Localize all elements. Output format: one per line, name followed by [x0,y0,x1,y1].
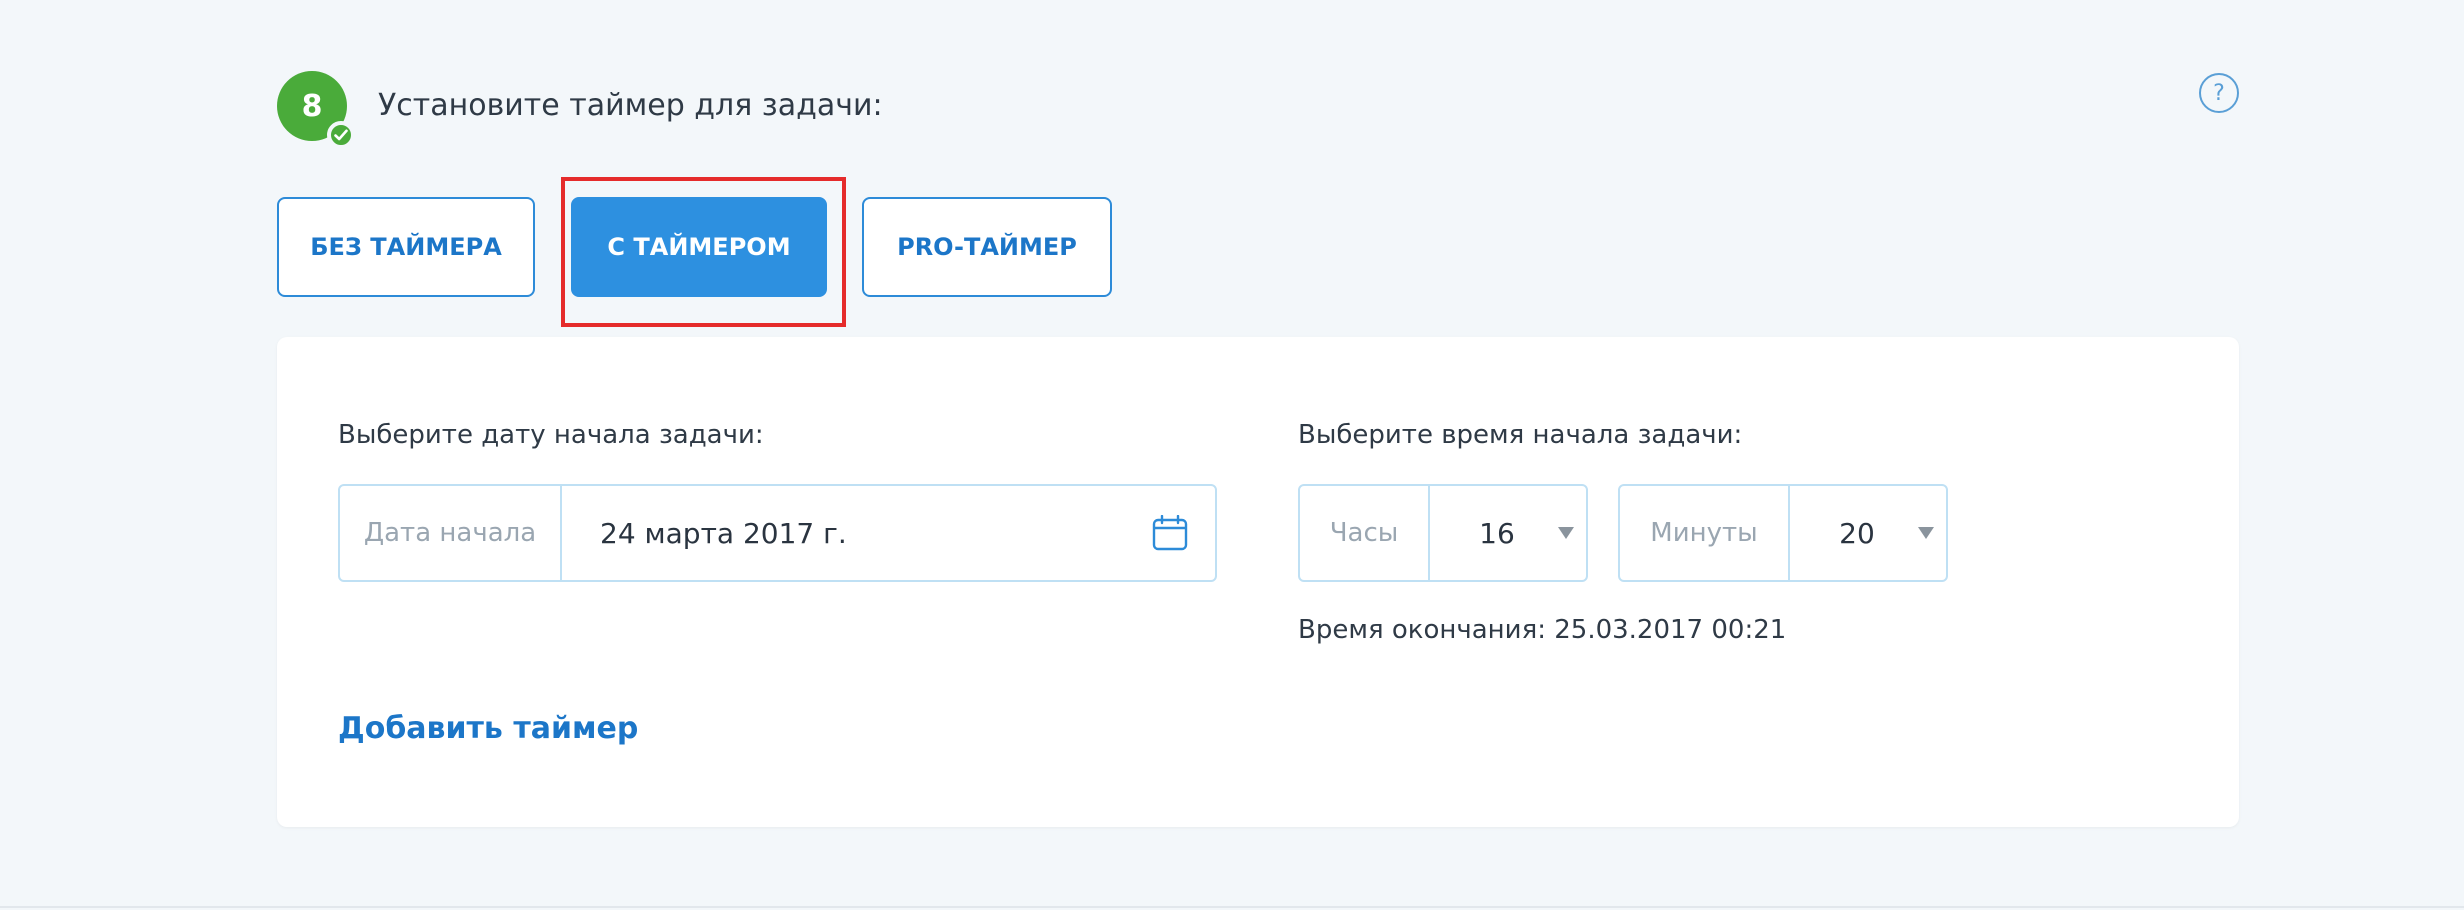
hours-value-text: 16 [1479,516,1515,550]
step-number: 8 [301,88,323,124]
minutes-value-text: 20 [1839,516,1875,550]
minutes-select[interactable]: Минуты 20 [1618,484,1948,582]
step-title: Установите таймер для задачи: [378,88,883,123]
section-divider [0,906,2464,908]
pro-timer-button[interactable]: PRO-ТАЙМЕР [862,197,1112,297]
date-label: Выберите дату начала задачи: [338,420,764,450]
end-time-text: Время окончания: 25.03.2017 00:21 [1298,615,1787,645]
date-value[interactable]: 24 марта 2017 г. [562,486,1125,580]
step-number-badge: 8 [277,71,355,149]
add-timer-link[interactable]: Добавить таймер [338,711,638,746]
date-addon-label: Дата начала [340,486,562,580]
hours-addon-label: Часы [1300,486,1430,580]
chevron-down-icon [1558,527,1574,539]
minutes-addon-label: Минуты [1620,486,1790,580]
calendar-icon[interactable] [1125,486,1215,580]
chevron-down-icon [1918,527,1934,539]
no-timer-button[interactable]: БЕЗ ТАЙМЕРА [277,197,535,297]
timer-settings-panel [277,337,2239,827]
date-input-group[interactable]: Дата начала 24 марта 2017 г. [338,484,1217,582]
minutes-value[interactable]: 20 [1790,486,1946,580]
check-icon [327,121,355,149]
hours-select[interactable]: Часы 16 [1298,484,1588,582]
help-icon[interactable]: ? [2199,73,2239,113]
hours-value[interactable]: 16 [1430,486,1586,580]
selection-highlight [561,177,846,327]
time-label: Выберите время начала задачи: [1298,420,1743,450]
